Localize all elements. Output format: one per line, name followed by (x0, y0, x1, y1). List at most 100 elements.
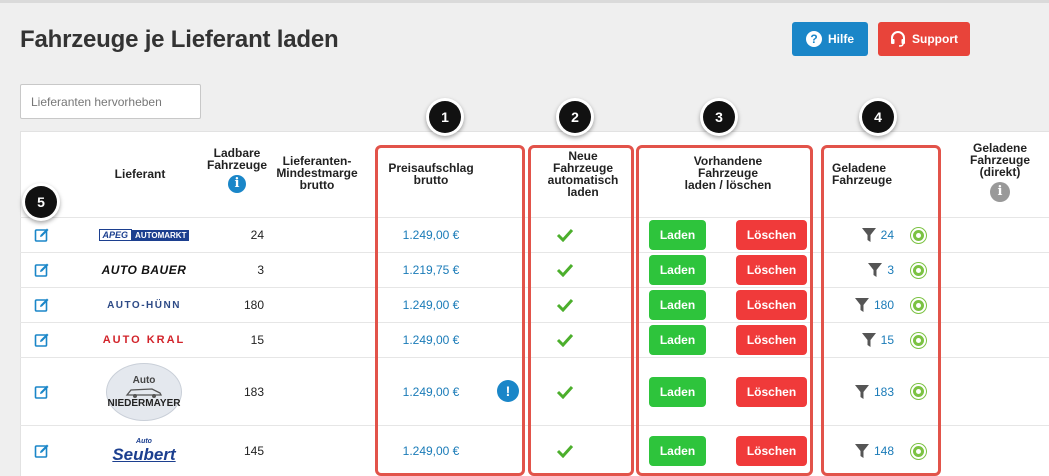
delete-button[interactable]: Löschen (736, 325, 807, 355)
edit-icon[interactable] (34, 426, 54, 476)
table-row: AUTO BAUER 3 1.219,75 € Laden Löschen 3 (20, 252, 1049, 287)
col-new-line: laden (567, 185, 599, 199)
status-dot (911, 443, 926, 459)
loaded-filter-link[interactable]: 24 (854, 218, 894, 252)
table-row: Auto Seubert 145 1.249,00 € Laden Lösche… (20, 425, 1049, 476)
col-markup-line: brutto (413, 173, 449, 187)
loaded-count: 180 (873, 298, 894, 312)
top-border (0, 0, 1049, 3)
loadable-count: 24 (250, 228, 264, 242)
markup-value[interactable]: 1.249,00 € (390, 288, 472, 322)
col-loaded: Geladene Fahrzeuge (832, 162, 892, 186)
edit-icon[interactable] (34, 358, 54, 425)
filter-icon (854, 298, 869, 312)
load-button[interactable]: Laden (649, 436, 706, 466)
status-dot (911, 332, 926, 348)
edit-icon[interactable] (34, 253, 54, 287)
status-dot (911, 297, 926, 313)
headset-icon (891, 31, 905, 47)
marker-1: 1 (429, 101, 461, 133)
logo-part: Auto (132, 374, 156, 386)
delete-button[interactable]: Löschen (736, 220, 807, 250)
load-button[interactable]: Laden (649, 255, 706, 285)
col-loaded-line: Fahrzeuge (832, 173, 893, 187)
load-button[interactable]: Laden (649, 220, 706, 250)
logo-part: AUTO-HÜNN (107, 299, 181, 311)
check-icon[interactable] (551, 323, 579, 357)
col-markup: Preisaufschlag brutto (380, 162, 482, 186)
loadable-count: 15 (250, 333, 264, 347)
load-button[interactable]: Laden (649, 325, 706, 355)
table-row: Auto NIEDERMAYER 183 1.249,00 € Laden Lö… (20, 357, 1049, 425)
logo-part: NIEDERMAYER (107, 397, 181, 409)
loaded-count: 24 (880, 228, 894, 242)
logo-part: Auto (136, 437, 152, 445)
loadable-count: 3 (257, 263, 264, 277)
col-direct-line: (direkt) (979, 165, 1021, 179)
loadable-count: 183 (243, 384, 264, 399)
col-min-margin-line: brutto (299, 178, 335, 192)
edit-icon[interactable] (34, 218, 54, 252)
load-button[interactable]: Laden (649, 290, 706, 320)
logo-part: APEG (98, 229, 133, 241)
loaded-filter-link[interactable]: 148 (854, 426, 894, 476)
supplier-logo: AUTO KRAL (96, 323, 192, 357)
status-dot (911, 262, 926, 278)
load-button[interactable]: Laden (649, 376, 706, 407)
loaded-count: 15 (880, 333, 894, 347)
col-min-margin: Lieferanten- Mindestmarge brutto (276, 155, 358, 191)
logo-part: AUTO KRAL (102, 334, 186, 346)
filter-icon (854, 444, 869, 458)
help-button[interactable]: ? Hilfe (792, 22, 868, 56)
info-icon[interactable]: i (990, 182, 1010, 202)
check-icon[interactable] (551, 426, 579, 476)
loaded-filter-link[interactable]: 183 (854, 358, 894, 425)
markup-value[interactable]: 1.249,00 € (390, 426, 472, 476)
edit-icon[interactable] (34, 288, 54, 322)
delete-button[interactable]: Löschen (736, 255, 807, 285)
supplier-logo: AUTO BAUER (96, 253, 192, 287)
logo-part: Seubert (112, 444, 176, 464)
table-row: AUTO-HÜNN 180 1.249,00 € Laden Löschen 1… (20, 287, 1049, 322)
check-icon[interactable] (551, 358, 579, 425)
info-icon[interactable]: i (228, 175, 246, 193)
supplier-logo: AUTO-HÜNN (96, 288, 192, 322)
table-row: APEG AUTOMARKT 24 1.249,00 € Laden Lösch… (20, 217, 1049, 252)
car-icon (125, 387, 163, 398)
delete-button[interactable]: Löschen (736, 436, 807, 466)
delete-button[interactable]: Löschen (736, 376, 807, 407)
markup-value[interactable]: 1.249,00 € (390, 218, 472, 252)
loadable-count: 180 (243, 298, 264, 312)
marker-5: 5 (25, 186, 57, 218)
check-icon[interactable] (551, 288, 579, 322)
col-loaded-direct: Geladene Fahrzeuge (direkt) i (962, 142, 1038, 202)
edit-icon[interactable] (34, 323, 54, 357)
supplier-search-input[interactable] (20, 84, 201, 119)
filter-icon (854, 384, 869, 399)
markup-value[interactable]: 1.249,00 € (390, 358, 472, 425)
status-dot (911, 384, 926, 399)
markup-value[interactable]: 1.219,75 € (390, 253, 472, 287)
supplier-logo: Auto Seubert (96, 426, 192, 476)
logo-part: AUTOMARKT (132, 229, 190, 241)
loaded-filter-link[interactable]: 180 (854, 288, 894, 322)
col-existing-line: laden / löschen (684, 178, 772, 192)
help-label: Hilfe (827, 32, 854, 46)
col-new-vehicles: Neue Fahrzeuge automatisch laden (538, 150, 628, 198)
loaded-count: 183 (873, 384, 894, 399)
status-dot (911, 227, 926, 243)
marker-2: 2 (559, 101, 591, 133)
check-icon[interactable] (551, 218, 579, 252)
warning-icon[interactable]: ! (497, 380, 519, 402)
check-icon[interactable] (551, 253, 579, 287)
loaded-filter-link[interactable]: 3 (854, 253, 894, 287)
loaded-filter-link[interactable]: 15 (854, 323, 894, 357)
col-loadable: Ladbare Fahrzeuge i (202, 147, 272, 193)
delete-button[interactable]: Löschen (736, 290, 807, 320)
col-existing: Vorhandene Fahrzeuge laden / löschen (660, 155, 796, 191)
markup-value[interactable]: 1.249,00 € (390, 323, 472, 357)
marker-4: 4 (862, 101, 894, 133)
support-button[interactable]: Support (878, 22, 970, 56)
loaded-count: 3 (887, 263, 894, 277)
page-title: Fahrzeuge je Lieferant laden (20, 26, 339, 53)
